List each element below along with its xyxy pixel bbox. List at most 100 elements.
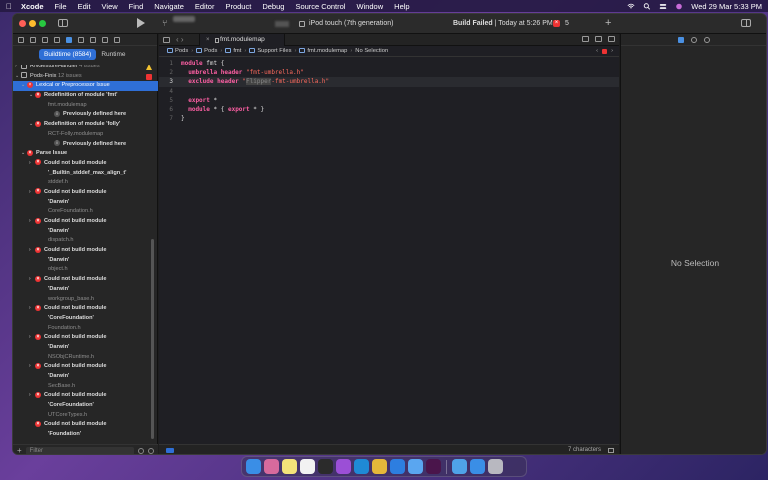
issue-row[interactable]: i Previously defined here <box>13 140 158 150</box>
test-navigator-icon[interactable] <box>78 36 84 43</box>
menu-debug[interactable]: Debug <box>262 2 284 11</box>
menu-help[interactable]: Help <box>394 2 409 11</box>
tab-buildtime[interactable]: Buildtime (8584) <box>39 49 97 60</box>
notes-icon[interactable] <box>282 459 297 474</box>
refresh-icon[interactable] <box>582 36 589 42</box>
folder-icon[interactable] <box>452 459 467 474</box>
issue-row[interactable]: 'Foundation' <box>13 430 158 437</box>
debug-area-toggle-icon[interactable] <box>166 448 174 453</box>
add-library-button[interactable]: + <box>605 17 611 29</box>
issue-location-row[interactable]: SecBase.h <box>13 382 158 392</box>
source-control-navigator-icon[interactable] <box>30 36 36 43</box>
issue-row[interactable]: › × Could not build module <box>13 275 158 285</box>
chrome-icon[interactable] <box>372 459 387 474</box>
disclosure-icon[interactable]: › <box>29 246 35 256</box>
find-navigator-icon[interactable] <box>54 36 60 43</box>
jumpbar-item[interactable]: Pods <box>175 48 188 54</box>
issue-location-row[interactable]: UTCoreTypes.h <box>13 411 158 421</box>
code-line[interactable]: 7} <box>159 114 619 123</box>
issue-row[interactable]: › × Could not build module <box>13 333 158 343</box>
issue-row[interactable]: ⌄ × Redefinition of module 'fmt' <box>13 91 158 101</box>
menu-view[interactable]: View <box>102 2 118 11</box>
disclosure-icon[interactable]: ⌄ <box>21 81 27 91</box>
menu-edit[interactable]: Edit <box>78 2 91 11</box>
code-line[interactable]: 2 umbrella header "fmt-umbrella.h" <box>159 68 619 77</box>
xcode-icon[interactable] <box>390 459 405 474</box>
close-tab-icon[interactable]: × <box>206 34 210 46</box>
issue-row[interactable]: › × Could not build module <box>13 246 158 256</box>
issue-row[interactable]: × Could not build module <box>13 420 158 430</box>
disclosure-icon[interactable]: ⌄ <box>29 120 35 130</box>
issue-row[interactable]: 'Darwin' <box>13 198 158 208</box>
finder-icon[interactable] <box>246 459 261 474</box>
launchpad-icon[interactable] <box>264 459 279 474</box>
navigator-toggle-icon[interactable] <box>58 19 68 27</box>
clock[interactable]: Wed 29 Mar 5:33 PM <box>691 2 762 11</box>
split-editor-icon[interactable] <box>608 36 615 42</box>
run-destination[interactable]: iPod touch (7th generation) <box>275 20 393 27</box>
jumpbar-item[interactable]: Pods <box>204 48 217 54</box>
siri-icon[interactable] <box>675 3 683 10</box>
tab-runtime[interactable]: Runtime <box>96 49 130 60</box>
next-issue-icon[interactable]: › <box>611 46 613 57</box>
issue-navigator-icon[interactable] <box>66 36 72 43</box>
code-line[interactable]: 6 module * { export * } <box>159 105 619 114</box>
issue-location-row[interactable]: dispatch.h <box>13 236 158 246</box>
wifi-icon[interactable] <box>627 3 635 10</box>
vscode-icon[interactable] <box>354 459 369 474</box>
code-line[interactable]: 5 export * <box>159 96 619 105</box>
project-navigator-icon[interactable] <box>18 36 24 43</box>
menu-file[interactable]: File <box>55 2 67 11</box>
file-inspector-icon[interactable] <box>678 36 684 43</box>
branch-icon[interactable]: ⑂ <box>162 18 167 28</box>
editor-options-icon[interactable] <box>595 36 602 42</box>
disclosure-icon[interactable]: › <box>29 217 35 227</box>
minimize-window-button[interactable] <box>29 20 36 27</box>
issue-row[interactable]: i Previously defined here <box>13 110 158 120</box>
menu-find[interactable]: Find <box>129 2 144 11</box>
issue-row[interactable]: › × Could not build module <box>13 362 158 372</box>
menu-editor[interactable]: Editor <box>195 2 215 11</box>
control-center-icon[interactable] <box>659 3 667 10</box>
issue-row[interactable]: 'CoreFoundation' <box>13 314 158 324</box>
editor-tab[interactable]: × fmt.modulemap <box>199 34 285 46</box>
issue-location-row[interactable]: object.h <box>13 265 158 275</box>
error-icon[interactable]: × <box>553 20 560 27</box>
issue-row[interactable]: › × Could not build module <box>13 391 158 401</box>
issue-row[interactable]: 'Darwin' <box>13 227 158 237</box>
run-button[interactable] <box>137 18 145 28</box>
issue-group-row[interactable]: › RNGestureHandler 4 issues <box>13 65 158 72</box>
jumpbar-item[interactable]: fmt <box>233 48 241 54</box>
issue-row[interactable]: 'Darwin' <box>13 256 158 266</box>
issue-row[interactable]: › × Could not build module <box>13 188 158 198</box>
jumpbar-item[interactable]: No Selection <box>355 48 388 54</box>
error-count[interactable]: 5 <box>565 20 569 27</box>
issue-location-row[interactable]: CoreFoundation.h <box>13 207 158 217</box>
menu-xcode[interactable]: Xcode <box>21 2 44 11</box>
issue-row[interactable]: 'Darwin' <box>13 285 158 295</box>
issue-group-row[interactable]: ⌄ Pods-Finix 12 issues <box>13 72 158 82</box>
jumpbar-item[interactable]: fmt.modulemap <box>307 48 347 54</box>
previous-issue-icon[interactable]: ‹ <box>596 46 598 57</box>
disclosure-icon[interactable]: ⌄ <box>21 149 27 159</box>
issue-row[interactable]: ⌄ × Parse Issue <box>13 149 158 159</box>
code-line[interactable]: 4 <box>159 87 619 96</box>
trash-icon[interactable] <box>488 459 503 474</box>
report-navigator-icon[interactable] <box>114 36 120 43</box>
menu-product[interactable]: Product <box>225 2 251 11</box>
simulator-icon[interactable] <box>408 459 423 474</box>
issue-row[interactable]: ⌄ × Redefinition of module 'folly' <box>13 120 158 130</box>
disclosure-icon[interactable]: › <box>29 275 35 285</box>
spotlight-icon[interactable] <box>643 2 651 10</box>
issue-row[interactable]: ⌄ × Lexical or Preprocessor Issue <box>13 81 158 92</box>
terminal-icon[interactable] <box>318 459 333 474</box>
downloads-icon[interactable] <box>470 459 485 474</box>
menu-source-control[interactable]: Source Control <box>295 2 345 11</box>
disclosure-icon[interactable]: › <box>29 333 35 343</box>
disclosure-icon[interactable]: › <box>29 304 35 314</box>
issue-row[interactable]: '_Builtin_stddef_max_align_t' <box>13 169 158 179</box>
scheme-selector-redacted[interactable] <box>275 20 289 27</box>
issue-location-row[interactable]: stddef.h <box>13 178 158 188</box>
disclosure-icon[interactable]: › <box>29 362 35 372</box>
code-line[interactable]: 3 exclude header "Flipper-fmt-umbrella.h… <box>159 77 619 87</box>
